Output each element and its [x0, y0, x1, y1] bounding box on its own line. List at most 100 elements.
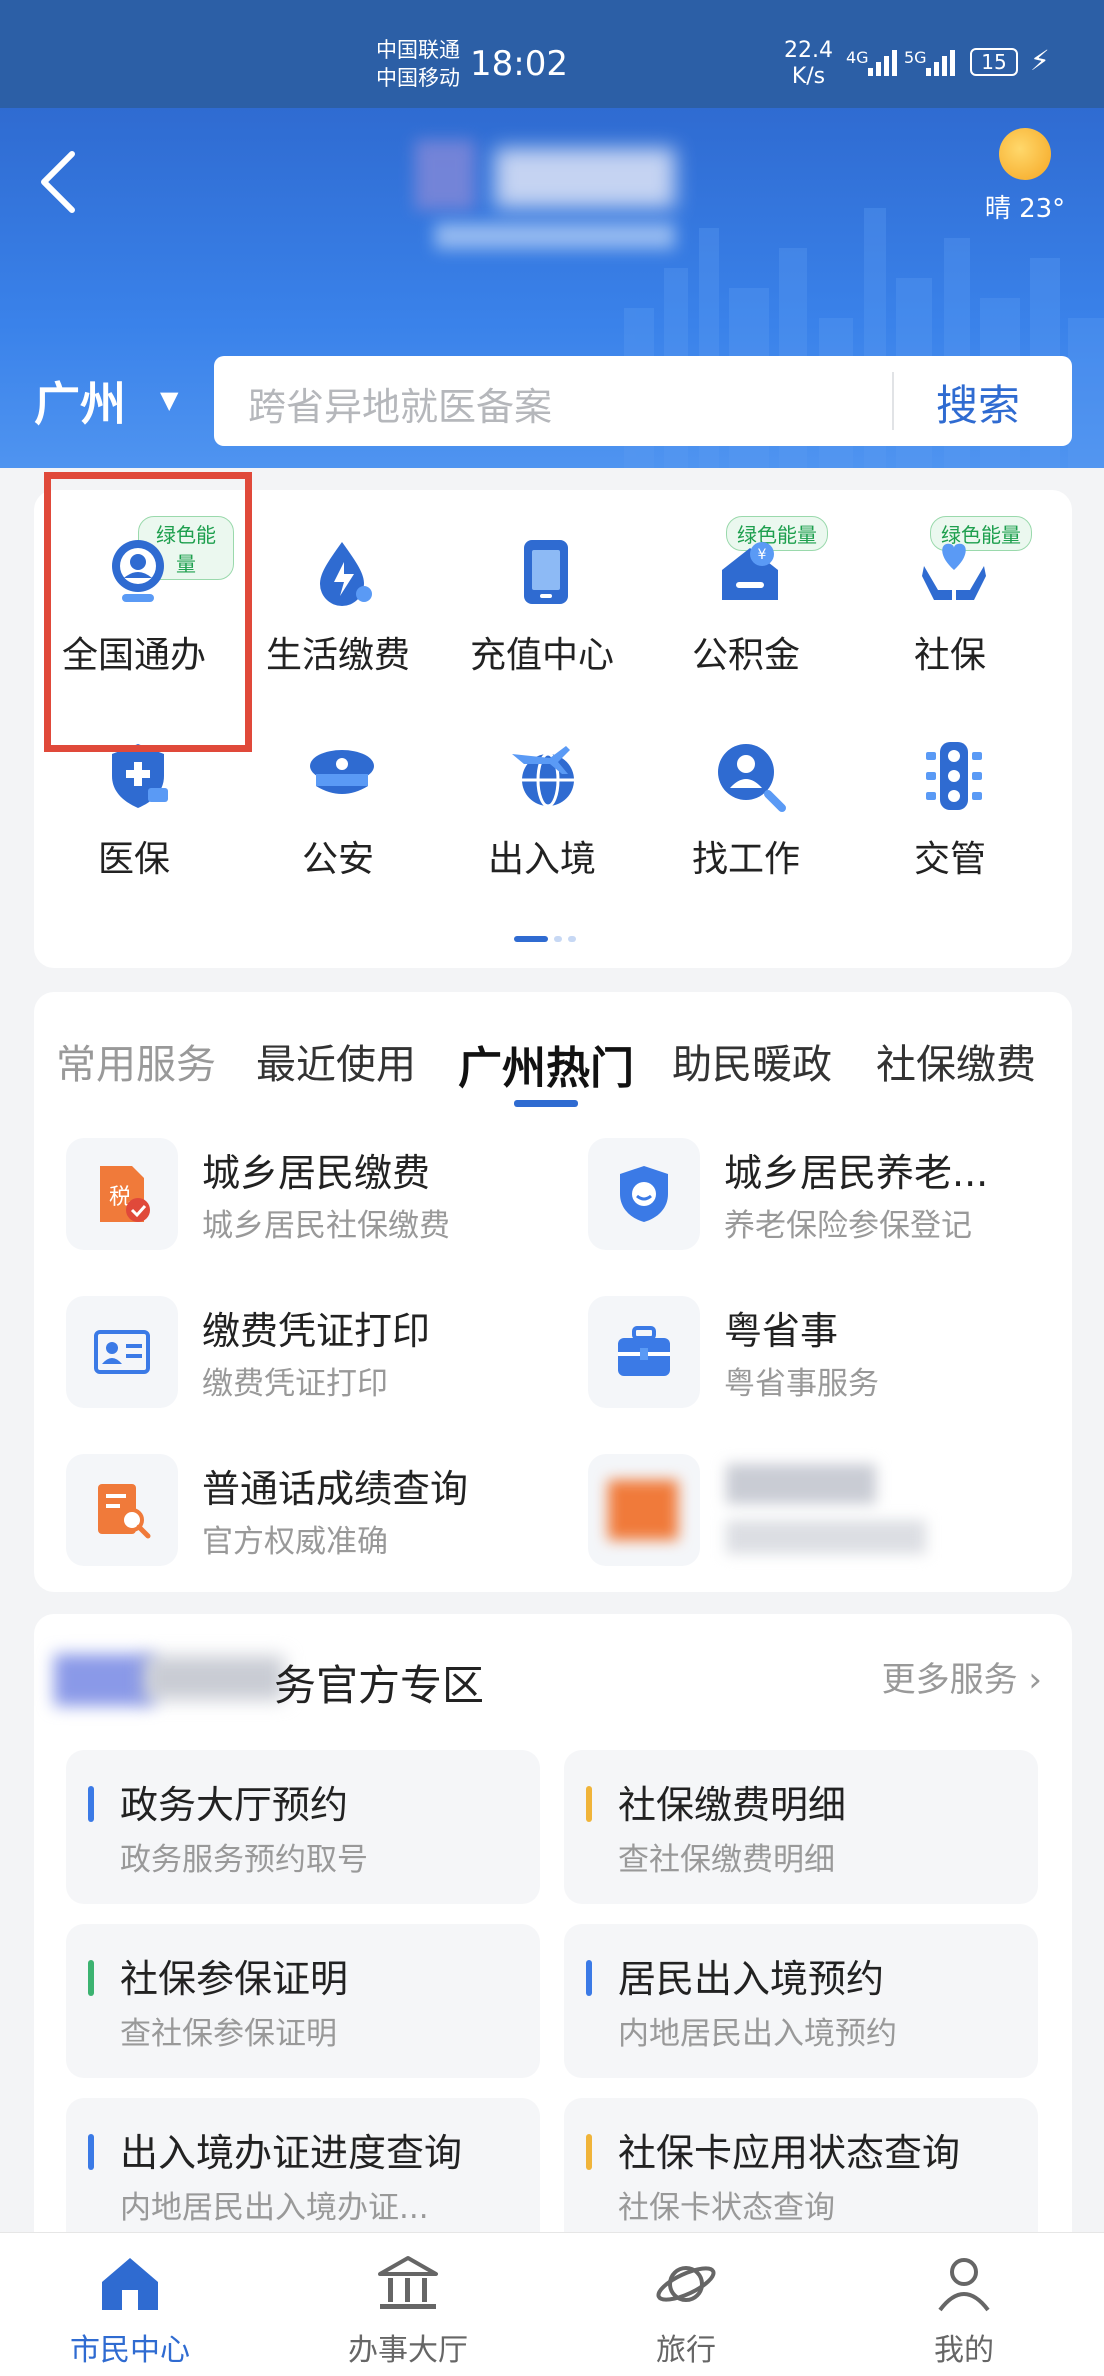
service-subtitle: 官方权威准确: [202, 1524, 388, 1560]
nav-mine[interactable]: 我的: [864, 2251, 1064, 2369]
hands-heart-icon: [922, 543, 986, 600]
speed-value: 22.4: [784, 38, 833, 63]
accent-bar: [88, 1960, 94, 1996]
service-icon-box: [588, 1138, 700, 1250]
service-icon-box: [66, 1454, 178, 1566]
svg-text:¥: ¥: [758, 547, 767, 563]
grid-item-utility[interactable]: 生活缴费: [238, 490, 438, 676]
section-title: 务官方专区: [274, 1661, 485, 1710]
service-item[interactable]: 城乡居民养老... 养老保险参保登记: [556, 1138, 1056, 1268]
grid-item-housing-fund[interactable]: 绿色能量 ¥ 公积金: [646, 490, 846, 676]
shield-face-icon: [620, 1166, 668, 1222]
hot-services-card: 常用服务 最近使用 广州热门 助民暖政 社保缴费 税 城乡居民缴费 城乡居民社保…: [34, 992, 1072, 1592]
grid-item-social-security[interactable]: 绿色能量 社保: [850, 490, 1050, 676]
chevron-left-icon: [41, 151, 75, 213]
nav-label: 市民中心: [70, 2333, 190, 2368]
accent-bar: [586, 1960, 592, 1996]
service-title: 粤省事: [724, 1309, 839, 1353]
service-title: 普通话成绩查询: [202, 1467, 469, 1511]
service-item[interactable]: 普通话成绩查询 官方权威准确: [34, 1454, 534, 1584]
back-button[interactable]: [38, 150, 88, 230]
nav-travel[interactable]: 旅行: [586, 2251, 786, 2369]
grid-item-immigration[interactable]: 出入境: [442, 694, 642, 880]
service-title: 城乡居民缴费: [202, 1151, 431, 1195]
carrier-1: 中国联通: [376, 38, 460, 62]
sun-icon: [999, 128, 1051, 180]
grid-item-label: 出入境: [487, 839, 596, 880]
charging-icon: ⚡: [1030, 44, 1050, 77]
blurred-text: [144, 1656, 284, 1700]
nav-label: 办事大厅: [348, 2333, 468, 2368]
grid-item-police[interactable]: 公安: [238, 694, 438, 880]
tab-recent[interactable]: 最近使用: [256, 1032, 416, 1090]
grid-item-topup[interactable]: 充值中心: [442, 490, 642, 676]
service-title: 城乡居民养老...: [724, 1151, 989, 1195]
official-tile[interactable]: 社保缴费明细 查社保缴费明细: [564, 1750, 1038, 1904]
service-item[interactable]: 缴费凭证打印 缴费凭证打印: [34, 1296, 534, 1426]
blurred-user-name: [415, 128, 685, 249]
grid-item-traffic[interactable]: 交管: [850, 694, 1050, 880]
tab-welfare[interactable]: 助民暖政: [672, 1032, 832, 1090]
service-icon-box: [588, 1454, 700, 1566]
id-card-icon: [94, 1330, 150, 1374]
official-tile[interactable]: 出入境办证进度查询 内地居民出入境办证...: [66, 2098, 540, 2252]
job-search-icon: [718, 744, 786, 812]
caret-down-icon[interactable]: ▼: [160, 386, 178, 414]
service-subtitle: 粤省事服务: [724, 1366, 879, 1402]
service-subtitle: 养老保险参保登记: [724, 1208, 972, 1244]
search-divider: [892, 372, 894, 430]
carrier-2: 中国移动: [376, 66, 460, 90]
header-banner: 晴 23° 广州 ▼ 跨省异地就医备案 搜索: [0, 108, 1104, 468]
blurred-service-item[interactable]: [556, 1454, 1056, 1584]
briefcase-icon: [618, 1326, 670, 1376]
service-title: 缴费凭证打印: [202, 1309, 431, 1353]
search-bar[interactable]: 跨省异地就医备案 搜索: [214, 356, 1072, 446]
tile-subtitle: 内地居民出入境办证...: [120, 2190, 429, 2226]
signal-icon: [868, 48, 897, 76]
search-input[interactable]: 跨省异地就医备案: [248, 376, 552, 431]
tile-title: 出入境办证进度查询: [120, 2131, 463, 2175]
official-tile[interactable]: 社保卡应用状态查询 社保卡状态查询: [564, 2098, 1038, 2252]
blurred-logo: [54, 1654, 154, 1706]
city-selector[interactable]: 广州: [34, 368, 126, 434]
chevron-right-icon: ›: [1028, 1660, 1042, 1700]
tab-guangzhou-hot[interactable]: 广州热门: [458, 1032, 634, 1096]
nav-service-hall[interactable]: 办事大厅: [308, 2251, 508, 2369]
battery-icon: 15: [970, 48, 1018, 76]
home-icon: [102, 2258, 158, 2310]
bottom-navigation: 市民中心 办事大厅 旅行 我的: [0, 2232, 1104, 2376]
grid-item-job[interactable]: 找工作: [646, 694, 846, 880]
tab-common[interactable]: 常用服务: [56, 1032, 216, 1090]
clock: 18:02: [470, 44, 568, 84]
nav-label: 旅行: [656, 2333, 716, 2368]
tile-title: 社保参保证明: [120, 1957, 349, 2001]
tile-title: 政务大厅预约: [120, 1783, 349, 1827]
official-tile[interactable]: 居民出入境预约 内地居民出入境预约: [564, 1924, 1038, 2078]
page-indicator: [514, 936, 576, 942]
tile-subtitle: 政务服务预约取号: [120, 1842, 368, 1878]
service-subtitle: 缴费凭证打印: [202, 1366, 388, 1402]
official-tile[interactable]: 社保参保证明 查社保参保证明: [66, 1924, 540, 2078]
grid-item-label: 充值中心: [469, 635, 614, 676]
service-subtitle: 城乡居民社保缴费: [202, 1208, 450, 1244]
search-button[interactable]: 搜索: [936, 372, 1020, 433]
plane-globe-icon: [512, 746, 574, 808]
official-tile[interactable]: 政务大厅预约 政务服务预约取号: [66, 1750, 540, 1904]
nav-citizen-center[interactable]: 市民中心: [30, 2251, 230, 2369]
tab-social-payment[interactable]: 社保缴费: [876, 1032, 1036, 1090]
more-services-link[interactable]: 更多服务 ›: [882, 1652, 1042, 1701]
service-item[interactable]: 税 城乡居民缴费 城乡居民社保缴费: [34, 1138, 534, 1268]
highlight-annotation-box: [44, 472, 252, 752]
status-bar: 中国联通 中国移动 18:02 22.4 K/s 4G 5G 15 ⚡: [0, 0, 1104, 108]
accent-bar: [586, 1786, 592, 1822]
official-zone-card: 务官方专区 更多服务 › 政务大厅预约 政务服务预约取号 社保缴费明细 查社保缴…: [34, 1614, 1072, 2254]
network-type-1: 4G: [846, 48, 869, 67]
grid-item-label: 公积金: [691, 635, 800, 676]
weather-widget[interactable]: 晴 23°: [980, 128, 1070, 225]
service-item[interactable]: 粤省事 粤省事服务: [556, 1296, 1056, 1426]
grid-item-label: 公安: [301, 839, 374, 880]
network-type-2: 5G: [904, 48, 927, 67]
tile-title: 社保缴费明细: [618, 1783, 847, 1827]
utility-drop-icon: [320, 542, 372, 606]
tax-document-icon: 税: [100, 1166, 150, 1222]
